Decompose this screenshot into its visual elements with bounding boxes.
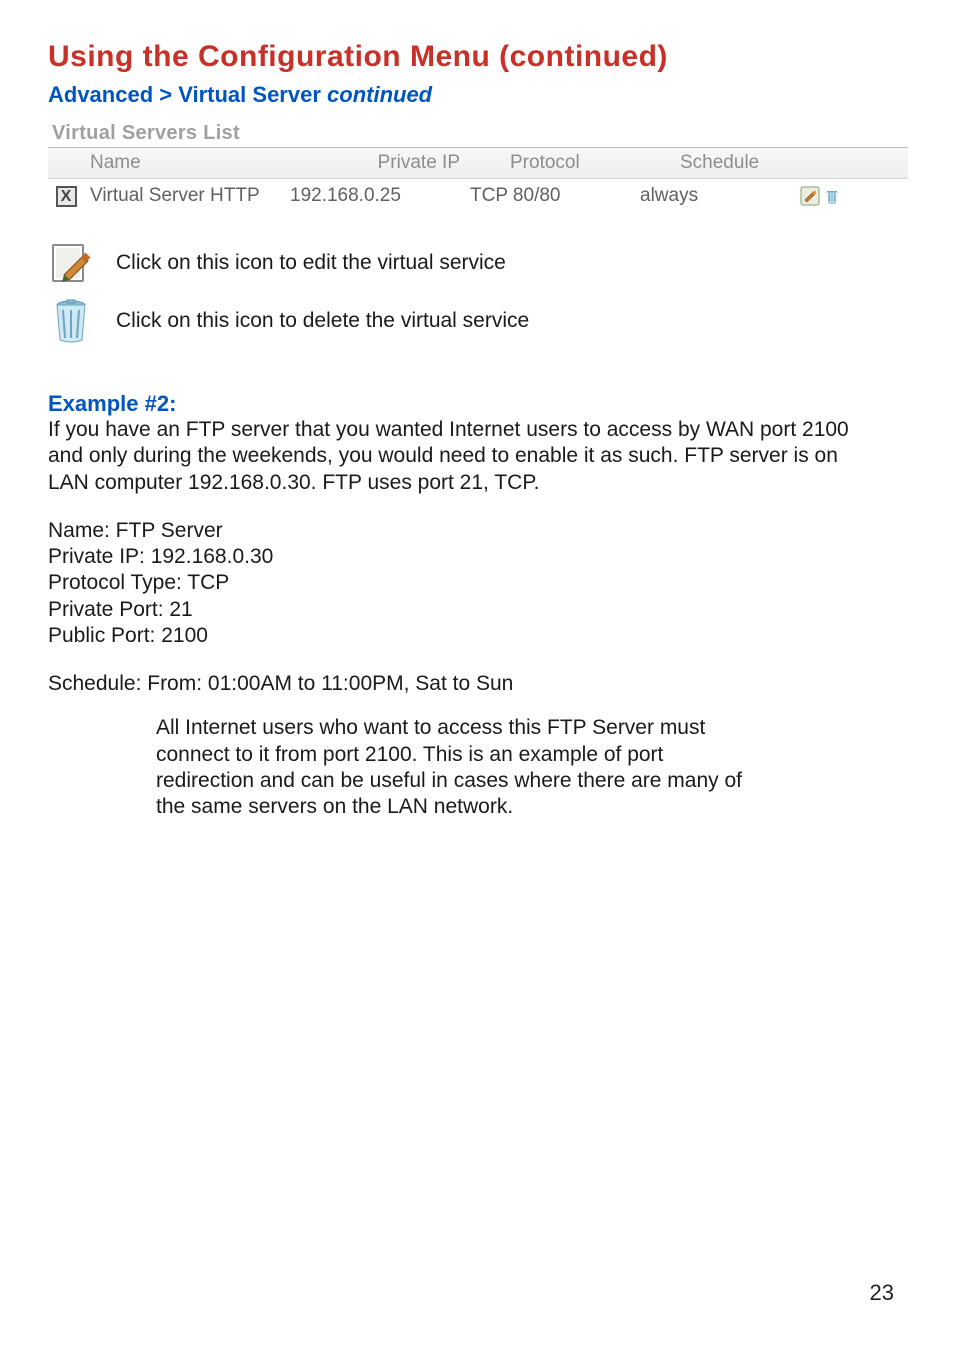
example-field: Public Port: 2100 bbox=[48, 623, 878, 649]
virtual-servers-panel: Virtual Servers List Name Private IP Pro… bbox=[48, 122, 908, 213]
example-field: Private IP: 192.168.0.30 bbox=[48, 544, 878, 570]
example-paragraph-1: If you have an FTP server that you wante… bbox=[48, 417, 878, 496]
trash-can-icon bbox=[48, 297, 94, 345]
example-heading: Example #2: bbox=[48, 391, 906, 417]
edit-icon[interactable] bbox=[800, 186, 820, 206]
breadcrumb-path: Advanced > Virtual Server bbox=[48, 82, 327, 107]
example-schedule: Schedule: From: 01:00AM to 11:00PM, Sat … bbox=[48, 671, 878, 697]
legend-row-edit: Click on this icon to edit the virtual s… bbox=[48, 239, 906, 287]
example-field: Name: FTP Server bbox=[48, 518, 878, 544]
column-header-name: Name bbox=[48, 152, 290, 174]
breadcrumb-continued: continued bbox=[327, 82, 432, 107]
column-header-protocol: Protocol bbox=[500, 152, 670, 174]
page-number: 23 bbox=[870, 1280, 894, 1306]
cell-private-ip: 192.168.0.25 bbox=[290, 185, 460, 207]
icon-legend: Click on this icon to edit the virtual s… bbox=[48, 239, 906, 345]
cell-protocol: TCP 80/80 bbox=[460, 185, 630, 207]
example-note: All Internet users who want to access th… bbox=[156, 715, 746, 820]
table-row: X Virtual Server HTTP 192.168.0.25 TCP 8… bbox=[48, 179, 908, 213]
example-fields: Name: FTP Server Private IP: 192.168.0.3… bbox=[48, 518, 878, 649]
virtual-servers-list-header: Name Private IP Protocol Schedule bbox=[48, 148, 908, 179]
example-field: Private Port: 21 bbox=[48, 597, 878, 623]
legend-delete-text: Click on this icon to delete the virtual… bbox=[116, 309, 529, 333]
legend-row-delete: Click on this icon to delete the virtual… bbox=[48, 297, 906, 345]
page-heading: Using the Configuration Menu (continued) bbox=[48, 40, 906, 74]
virtual-servers-list-title: Virtual Servers List bbox=[48, 122, 908, 148]
column-header-schedule: Schedule bbox=[670, 152, 840, 174]
cell-schedule: always bbox=[630, 185, 800, 207]
trash-icon[interactable] bbox=[822, 186, 842, 206]
notepad-edit-icon bbox=[48, 239, 94, 287]
cell-name: Virtual Server HTTP bbox=[84, 185, 290, 207]
breadcrumb: Advanced > Virtual Server continued bbox=[48, 82, 906, 108]
row-checkbox[interactable]: X bbox=[56, 186, 77, 207]
example-field: Protocol Type: TCP bbox=[48, 570, 878, 596]
column-header-private-ip: Private IP bbox=[290, 152, 500, 174]
legend-edit-text: Click on this icon to edit the virtual s… bbox=[116, 251, 506, 275]
